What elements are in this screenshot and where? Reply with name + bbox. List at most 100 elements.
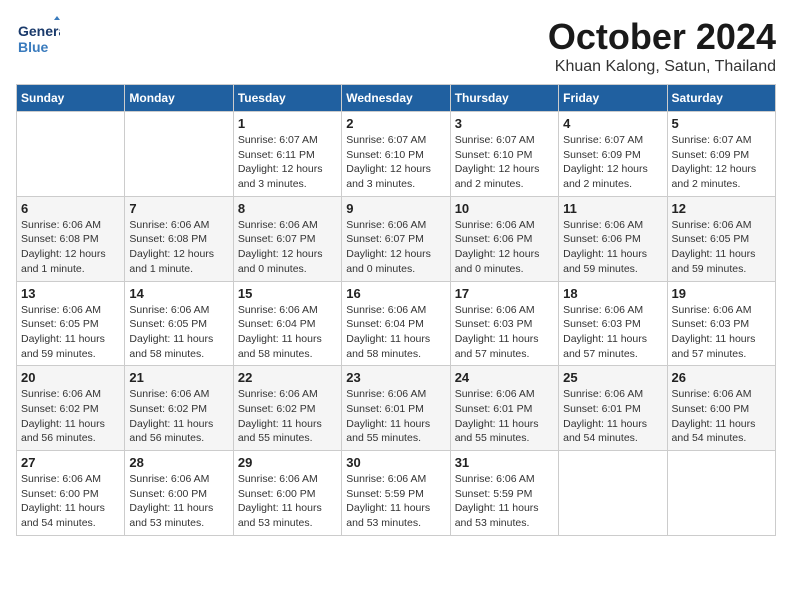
day-info: Sunrise: 6:06 AMSunset: 6:04 PMDaylight:…	[238, 303, 337, 362]
calendar-cell: 2Sunrise: 6:07 AMSunset: 6:10 PMDaylight…	[342, 112, 450, 197]
month-title: October 2024	[548, 16, 776, 58]
week-row-1: 1 Sunrise: 6:07 AMSunset: 6:11 PMDaylight…	[17, 112, 776, 197]
day-info: Sunrise: 6:06 AMSunset: 6:08 PMDaylight:…	[129, 218, 228, 277]
day-number: 13	[21, 286, 120, 301]
day-number: 16	[346, 286, 445, 301]
day-number: 5	[672, 116, 771, 131]
day-info: Sunrise: 6:06 AMSunset: 6:02 PMDaylight:…	[21, 387, 120, 446]
week-row-5: 27 Sunrise: 6:06 AMSunset: 6:00 PMDayligh…	[17, 451, 776, 536]
header-sunday: Sunday	[17, 85, 125, 112]
day-number: 1	[238, 116, 337, 131]
week-row-3: 13 Sunrise: 6:06 AMSunset: 6:05 PMDayligh…	[17, 281, 776, 366]
day-number: 7	[129, 201, 228, 216]
day-number: 22	[238, 370, 337, 385]
calendar-cell: 11 Sunrise: 6:06 AMSunset: 6:06 PMDayligh…	[559, 196, 667, 281]
calendar-cell: 1 Sunrise: 6:07 AMSunset: 6:11 PMDaylight…	[233, 112, 341, 197]
day-info: Sunrise: 6:07 AMSunset: 6:10 PMDaylight:…	[346, 133, 445, 192]
day-number: 11	[563, 201, 662, 216]
calendar-cell: 23Sunrise: 6:06 AMSunset: 6:01 PMDayligh…	[342, 366, 450, 451]
logo-svg: General Blue	[16, 16, 60, 60]
day-number: 28	[129, 455, 228, 470]
calendar-header-row: SundayMondayTuesdayWednesdayThursdayFrid…	[17, 85, 776, 112]
calendar-cell: 30 Sunrise: 6:06 AMSunset: 5:59 PMDayligh…	[342, 451, 450, 536]
calendar-cell: 26Sunrise: 6:06 AMSunset: 6:00 PMDayligh…	[667, 366, 775, 451]
day-number: 9	[346, 201, 445, 216]
calendar-cell	[17, 112, 125, 197]
title-block: October 2024 Khuan Kalong, Satun, Thaila…	[548, 16, 776, 76]
day-number: 26	[672, 370, 771, 385]
day-number: 24	[455, 370, 554, 385]
calendar-cell: 5 Sunrise: 6:07 AMSunset: 6:09 PMDaylight…	[667, 112, 775, 197]
day-info: Sunrise: 6:06 AMSunset: 6:06 PMDaylight:…	[455, 218, 554, 277]
calendar-cell: 10 Sunrise: 6:06 AMSunset: 6:06 PMDayligh…	[450, 196, 558, 281]
day-number: 14	[129, 286, 228, 301]
day-info: Sunrise: 6:07 AMSunset: 6:09 PMDaylight:…	[563, 133, 662, 192]
day-info: Sunrise: 6:06 AMSunset: 6:00 PMDaylight:…	[238, 472, 337, 531]
day-info: Sunrise: 6:07 AMSunset: 6:09 PMDaylight:…	[672, 133, 771, 192]
calendar-cell: 12Sunrise: 6:06 AMSunset: 6:05 PMDayligh…	[667, 196, 775, 281]
day-number: 27	[21, 455, 120, 470]
page-header: General Blue October 2024 Khuan Kalong, …	[16, 16, 776, 76]
header-tuesday: Tuesday	[233, 85, 341, 112]
calendar-cell: 22 Sunrise: 6:06 AMSunset: 6:02 PMDayligh…	[233, 366, 341, 451]
day-info: Sunrise: 6:06 AMSunset: 6:03 PMDaylight:…	[672, 303, 771, 362]
calendar-cell	[667, 451, 775, 536]
location-title: Khuan Kalong, Satun, Thailand	[548, 58, 776, 76]
day-number: 18	[563, 286, 662, 301]
calendar-cell	[559, 451, 667, 536]
calendar-cell: 18Sunrise: 6:06 AMSunset: 6:03 PMDayligh…	[559, 281, 667, 366]
day-number: 12	[672, 201, 771, 216]
day-info: Sunrise: 6:06 AMSunset: 6:05 PMDaylight:…	[129, 303, 228, 362]
calendar-cell: 16Sunrise: 6:06 AMSunset: 6:04 PMDayligh…	[342, 281, 450, 366]
day-number: 31	[455, 455, 554, 470]
calendar-cell	[125, 112, 233, 197]
day-info: Sunrise: 6:06 AMSunset: 5:59 PMDaylight:…	[346, 472, 445, 531]
header-friday: Friday	[559, 85, 667, 112]
day-info: Sunrise: 6:06 AMSunset: 6:03 PMDaylight:…	[455, 303, 554, 362]
calendar-cell: 20 Sunrise: 6:06 AMSunset: 6:02 PMDayligh…	[17, 366, 125, 451]
calendar-cell: 7 Sunrise: 6:06 AMSunset: 6:08 PMDaylight…	[125, 196, 233, 281]
day-info: Sunrise: 6:07 AMSunset: 6:11 PMDaylight:…	[238, 133, 337, 192]
day-info: Sunrise: 6:06 AMSunset: 6:02 PMDaylight:…	[238, 387, 337, 446]
day-number: 23	[346, 370, 445, 385]
calendar-cell: 29 Sunrise: 6:06 AMSunset: 6:00 PMDayligh…	[233, 451, 341, 536]
day-info: Sunrise: 6:06 AMSunset: 6:07 PMDaylight:…	[346, 218, 445, 277]
day-number: 4	[563, 116, 662, 131]
header-monday: Monday	[125, 85, 233, 112]
header-thursday: Thursday	[450, 85, 558, 112]
calendar-cell: 31 Sunrise: 6:06 AMSunset: 5:59 PMDayligh…	[450, 451, 558, 536]
day-number: 15	[238, 286, 337, 301]
day-info: Sunrise: 6:06 AMSunset: 6:08 PMDaylight:…	[21, 218, 120, 277]
day-info: Sunrise: 6:06 AMSunset: 5:59 PMDaylight:…	[455, 472, 554, 531]
day-number: 30	[346, 455, 445, 470]
week-row-2: 6 Sunrise: 6:06 AMSunset: 6:08 PMDaylight…	[17, 196, 776, 281]
day-info: Sunrise: 6:06 AMSunset: 6:01 PMDaylight:…	[563, 387, 662, 446]
day-number: 6	[21, 201, 120, 216]
day-number: 10	[455, 201, 554, 216]
day-number: 17	[455, 286, 554, 301]
calendar-cell: 14 Sunrise: 6:06 AMSunset: 6:05 PMDayligh…	[125, 281, 233, 366]
calendar-cell: 27Sunrise: 6:06 AMSunset: 6:00 PMDayligh…	[17, 451, 125, 536]
svg-text:Blue: Blue	[18, 39, 49, 55]
day-number: 8	[238, 201, 337, 216]
day-number: 3	[455, 116, 554, 131]
calendar-cell: 21 Sunrise: 6:06 AMSunset: 6:02 PMDayligh…	[125, 366, 233, 451]
day-number: 29	[238, 455, 337, 470]
day-number: 20	[21, 370, 120, 385]
day-info: Sunrise: 6:06 AMSunset: 6:02 PMDaylight:…	[129, 387, 228, 446]
calendar-cell: 24Sunrise: 6:06 AMSunset: 6:01 PMDayligh…	[450, 366, 558, 451]
svg-text:General: General	[18, 23, 60, 39]
header-wednesday: Wednesday	[342, 85, 450, 112]
calendar-cell: 19Sunrise: 6:06 AMSunset: 6:03 PMDayligh…	[667, 281, 775, 366]
calendar-cell: 25 Sunrise: 6:06 AMSunset: 6:01 PMDayligh…	[559, 366, 667, 451]
day-number: 21	[129, 370, 228, 385]
calendar-table: SundayMondayTuesdayWednesdayThursdayFrid…	[16, 84, 776, 536]
day-info: Sunrise: 6:06 AMSunset: 6:07 PMDaylight:…	[238, 218, 337, 277]
day-info: Sunrise: 6:06 AMSunset: 6:05 PMDaylight:…	[21, 303, 120, 362]
calendar-cell: 17 Sunrise: 6:06 AMSunset: 6:03 PMDayligh…	[450, 281, 558, 366]
calendar-cell: 6 Sunrise: 6:06 AMSunset: 6:08 PMDaylight…	[17, 196, 125, 281]
calendar-cell: 8 Sunrise: 6:06 AMSunset: 6:07 PMDaylight…	[233, 196, 341, 281]
day-info: Sunrise: 6:06 AMSunset: 6:06 PMDaylight:…	[563, 218, 662, 277]
calendar-cell: 3Sunrise: 6:07 AMSunset: 6:10 PMDaylight…	[450, 112, 558, 197]
day-number: 25	[563, 370, 662, 385]
